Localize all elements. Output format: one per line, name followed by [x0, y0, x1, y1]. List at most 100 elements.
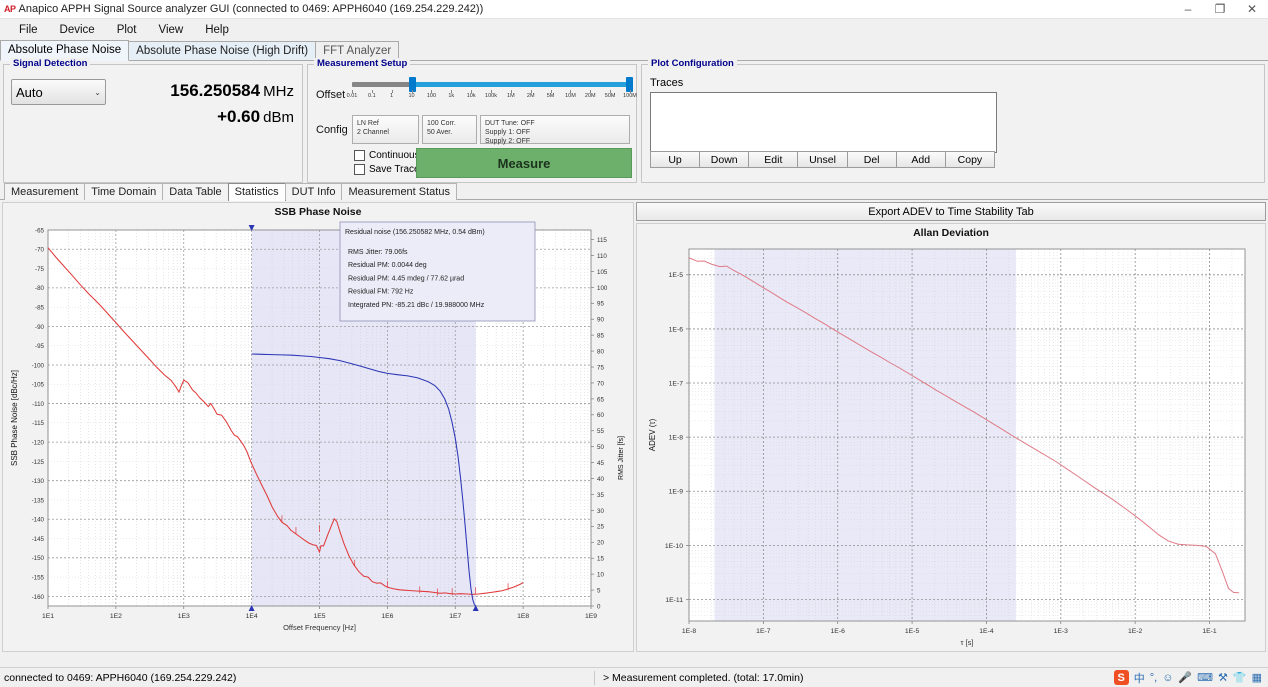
menu-item-view[interactable]: View	[148, 21, 195, 39]
skin-icon[interactable]: 👕	[1233, 671, 1247, 684]
slider-tick-label: 20M	[584, 93, 596, 99]
smiley-icon[interactable]: ☺	[1162, 672, 1173, 684]
y-axis-title: SSB Phase Noise [dBc/Hz]	[10, 370, 19, 466]
keyboard-icon[interactable]: ⌨	[1197, 671, 1213, 684]
slider-tick-label: 5M	[546, 93, 555, 99]
config-reference-box[interactable]: LN Ref 2 Channel	[352, 115, 419, 144]
slider-track[interactable]	[352, 77, 633, 92]
right-plot-column: Export ADEV to Time Stability Tab Allan …	[636, 202, 1266, 652]
config-averaging-box[interactable]: 100 Corr. 50 Aver.	[422, 115, 477, 144]
slider-tick-label: 10M	[565, 93, 576, 99]
measure-button[interactable]: Measure	[416, 148, 632, 178]
trace-up-button[interactable]: Up	[650, 151, 701, 168]
main-tab-strip: Absolute Phase Noise Absolute Phase Nois…	[0, 40, 1268, 61]
x-axis-tick-label: 1E1	[42, 613, 54, 620]
y-axis-tick-label: -110	[32, 401, 44, 408]
save-trace-checkbox[interactable]: Save Trace	[354, 164, 420, 175]
allan-deviation-chart[interactable]: 1E-5 1E-6 1E-7 1E-8 1E-9 1E-10 1E-11 1E-8 1E-7 1E…	[637, 239, 1265, 651]
residual-noise-line: Residual PM: 0.0044 deg	[348, 262, 427, 269]
config-dut-box[interactable]: DUT Tune: OFF Supply 1: OFF Supply 2: OF…	[480, 115, 630, 145]
microphone-icon[interactable]: 🎤	[1178, 671, 1192, 684]
window-title: Anapico APPH Signal Source analyzer GUI …	[18, 3, 484, 15]
toolbox-icon[interactable]: ⚒	[1218, 671, 1228, 684]
measurement-setup-title: Measurement Setup	[314, 58, 411, 69]
y-axis-tick-label: -125	[32, 459, 45, 466]
panel-icon[interactable]: ▦	[1252, 671, 1262, 684]
traces-label: Traces	[650, 77, 684, 89]
x-axis-tick-label: 1E-7	[756, 628, 771, 635]
x-axis-tick-label: 1E4	[246, 613, 258, 620]
x-axis-tick-label: 1E-3	[1054, 628, 1069, 635]
y2-axis-tick-label: 75	[597, 364, 604, 371]
subtab-statistics[interactable]: Statistics	[227, 183, 286, 201]
y-axis-tick-label: -115	[32, 420, 44, 427]
x-axis-tick-label: 1E9	[585, 613, 597, 620]
y2-axis-tick-label: 20	[597, 540, 604, 547]
chinese-input-icon[interactable]: 中	[1134, 670, 1145, 686]
menu-item-device[interactable]: Device	[49, 21, 106, 39]
menu-item-help[interactable]: Help	[194, 21, 240, 39]
save-trace-label: Save Trace	[369, 164, 420, 175]
signal-detection-mode-select[interactable]: Auto ⌄	[11, 79, 106, 105]
window-title-bar: AP Anapico APPH Signal Source analyzer G…	[0, 0, 1268, 19]
signal-detection-group: Signal Detection Auto ⌄ 156.250584 MHz +…	[3, 58, 303, 183]
frequency-value: 156.250584	[170, 81, 261, 100]
config-supply-1: Supply 1: OFF	[485, 129, 531, 136]
signal-detection-title: Signal Detection	[10, 58, 91, 69]
subtab-time-domain[interactable]: Time Domain	[84, 183, 164, 200]
app-logo-icon: AP	[4, 4, 16, 14]
power-unit: dBm	[263, 109, 294, 126]
x-axis-tick-label: 1E-5	[905, 628, 920, 635]
power-value: +0.60	[217, 107, 261, 126]
offset-range-slider[interactable]: 0.01 0.1 1 10 100 1k 10k 100k 1M 2M 5M 10M 20M 50M 100…	[347, 77, 637, 104]
frequency-readout: 156.250584 MHz	[114, 81, 294, 101]
y2-axis-tick-label: 95	[597, 301, 604, 308]
y2-axis-tick-label: 60	[597, 412, 604, 419]
y-axis-tick-label: 1E-6	[669, 326, 684, 333]
trace-unsel-button[interactable]: Unsel	[797, 151, 848, 168]
residual-noise-line: Residual FM: 792 Hz	[348, 289, 414, 296]
measurement-setup-group: Measurement Setup Offset 0.01 0.1 1 10 100 1k…	[307, 58, 637, 183]
traces-list[interactable]	[650, 92, 997, 153]
x-axis-title: Offset Frequency [Hz]	[283, 623, 356, 632]
sogou-icon[interactable]: S	[1113, 670, 1129, 685]
y2-axis-tick-label: 25	[597, 524, 604, 531]
minimize-icon[interactable]: –	[1172, 0, 1204, 18]
plot-configuration-title: Plot Configuration	[648, 58, 737, 69]
close-icon[interactable]: ✕	[1236, 0, 1268, 18]
trace-down-button[interactable]: Down	[699, 151, 750, 168]
x-axis-tick-label: 1E-1	[1202, 628, 1217, 635]
y2-axis-tick-label: 30	[597, 508, 604, 515]
menu-item-plot[interactable]: Plot	[106, 21, 148, 39]
maximize-icon[interactable]: ❐	[1204, 0, 1236, 18]
trace-edit-button[interactable]: Edit	[748, 151, 799, 168]
y2-axis-tick-label: 85	[597, 333, 604, 340]
config-supply-2: Supply 2: OFF	[485, 138, 531, 145]
ssb-phase-noise-chart[interactable]: -65 -70 -75 -80 -85 -90 -95 -100 -105 -110 -115 -12…	[3, 218, 633, 638]
y-axis-tick-label: 1E-7	[669, 380, 684, 387]
y2-axis-tick-label: 45	[597, 460, 604, 467]
trace-add-button[interactable]: Add	[895, 151, 946, 168]
slider-tick-label: 2M	[526, 93, 535, 99]
x-axis-tick-label: 1E8	[517, 613, 529, 620]
menu-item-file[interactable]: File	[8, 21, 49, 39]
checkbox-icon	[354, 150, 365, 161]
trace-del-button[interactable]: Del	[846, 151, 897, 168]
y2-axis-tick-label: 105	[597, 269, 608, 276]
subtab-measurement[interactable]: Measurement	[4, 183, 86, 200]
subtab-data-table[interactable]: Data Table	[162, 183, 229, 200]
punctuation-icon[interactable]: °,	[1150, 672, 1157, 684]
connection-status-text: connected to 0469: APPH6040 (169.254.229…	[4, 671, 237, 684]
y2-axis-tick-label: 0	[597, 603, 601, 610]
system-tray: S 中 °, ☺ 🎤 ⌨ ⚒ 👕 ▦	[1113, 670, 1268, 686]
trace-copy-button[interactable]: Copy	[944, 151, 995, 168]
config-dut-tune: DUT Tune: OFF	[485, 120, 535, 127]
subtab-measurement-status[interactable]: Measurement Status	[341, 183, 457, 200]
continuous-checkbox[interactable]: Continuous	[354, 150, 420, 161]
y-axis-tick-label: -95	[35, 343, 45, 350]
y2-axis-tick-label: 5	[597, 587, 601, 594]
export-adev-button[interactable]: Export ADEV to Time Stability Tab	[636, 202, 1266, 221]
tab-absolute-phase-noise-high-drift[interactable]: Absolute Phase Noise (High Drift)	[128, 41, 317, 60]
ssb-phase-noise-panel: SSB Phase Noise -65 -70 -75 -80 -85 -90 -95 -10…	[2, 202, 634, 652]
subtab-dut-info[interactable]: DUT Info	[284, 183, 343, 200]
